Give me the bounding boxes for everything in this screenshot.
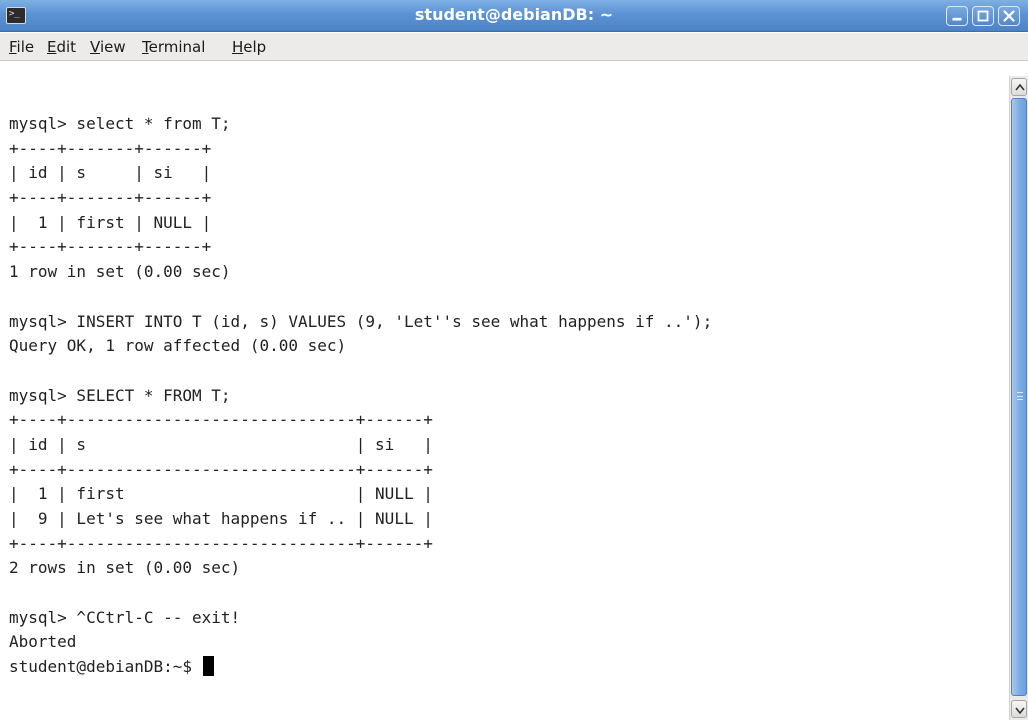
- scroll-thumb[interactable]: [1011, 98, 1027, 696]
- window-title: student@debianDB: ~: [414, 5, 614, 24]
- terminal-line: 2 rows in set (0.00 sec): [9, 558, 241, 578]
- menu-terminal[interactable]: Terminal: [142, 33, 205, 61]
- terminal-line: +----+-------+------+: [9, 237, 212, 257]
- shell-prompt-line[interactable]: student@debianDB:~$: [9, 655, 712, 680]
- terminal-line: +----+-------+------+: [9, 138, 212, 158]
- scroll-up-button[interactable]: [1011, 78, 1027, 96]
- scroll-grip-icon: [1017, 392, 1023, 400]
- menu-edit[interactable]: Edit: [47, 33, 76, 61]
- vertical-scrollbar[interactable]: [1009, 76, 1028, 720]
- terminal-line: mysql> ^CCtrl-C -- exit!: [9, 607, 241, 627]
- menu-view[interactable]: View: [90, 33, 126, 61]
- text-cursor: [202, 656, 214, 677]
- menu-help[interactable]: Help: [232, 33, 266, 61]
- menu-bar: File Edit View Terminal Help: [0, 33, 1028, 61]
- terminal-lines: mysql> select * from T; +----+-------+--…: [9, 112, 712, 680]
- terminal-line: 1 row in set (0.00 sec): [9, 262, 231, 282]
- maximize-button[interactable]: [972, 6, 994, 26]
- terminal-line: | 1 | first | NULL |: [9, 484, 433, 504]
- terminal-line: Aborted: [9, 632, 77, 652]
- terminal-line: +----+-------+------+: [9, 188, 212, 208]
- minimize-icon: [952, 17, 962, 21]
- minimize-button[interactable]: [946, 6, 968, 26]
- terminal-output[interactable]: mysql> select * from T; +----+-------+--…: [0, 62, 1008, 720]
- terminal-line: | id | s | si |: [9, 434, 433, 454]
- title-bar[interactable]: >_ student@debianDB: ~: [0, 0, 1028, 32]
- maximize-icon: [977, 10, 989, 22]
- close-icon: [1003, 10, 1015, 22]
- terminal-line: | id | s | si |: [9, 163, 212, 183]
- terminal-line: +----+------------------------------+---…: [9, 410, 433, 430]
- terminal-line: | 1 | first | NULL |: [9, 212, 212, 232]
- scroll-down-button[interactable]: [1011, 700, 1027, 718]
- terminal-line: mysql> select * from T;: [9, 114, 231, 133]
- terminal-line: | 9 | Let's see what happens if .. | NUL…: [9, 509, 433, 528]
- terminal-line: +----+------------------------------+---…: [9, 459, 433, 479]
- shell-prompt: student@debianDB:~$: [9, 657, 202, 677]
- menu-file[interactable]: File: [9, 33, 34, 61]
- close-button[interactable]: [998, 6, 1020, 26]
- scroll-up-arrow-icon: [1015, 83, 1025, 91]
- terminal-line: mysql> SELECT * FROM T;: [9, 385, 231, 405]
- terminal-line: mysql> INSERT INTO T (id, s) VALUES (9, …: [9, 311, 713, 331]
- scroll-down-arrow-icon: [1015, 707, 1025, 715]
- terminal-line: +----+------------------------------+---…: [9, 533, 433, 553]
- terminal-line: Query OK, 1 row affected (0.00 sec): [9, 336, 347, 356]
